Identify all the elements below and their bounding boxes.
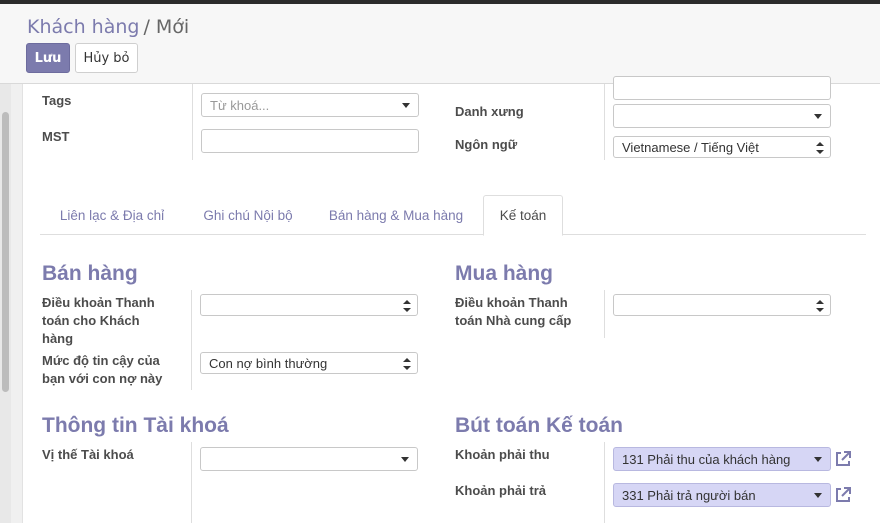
select-arrows-icon (403, 300, 411, 312)
breadcrumb: Khách hàng / Mới (27, 16, 189, 38)
language-label: Ngôn ngữ (455, 137, 518, 152)
receivable-label: Khoản phải thu (455, 447, 550, 462)
breadcrumb-parent[interactable]: Khách hàng (27, 16, 139, 38)
title-label: Danh xưng (455, 104, 524, 119)
entries-heading: Bút toán Kế toán (455, 414, 623, 437)
label-divider (191, 290, 192, 390)
vat-input[interactable] (201, 129, 419, 153)
scrollbar-thumb[interactable] (2, 112, 9, 392)
sales-heading: Bán hàng (42, 262, 138, 285)
tab-sales-purchases[interactable]: Bán hàng & Mua hàng (312, 195, 480, 235)
receivable-account-field[interactable]: 131 Phải thu của khách hàng (613, 447, 831, 471)
payable-account-field[interactable]: 331 Phải trả người bán (613, 483, 831, 507)
vat-label: MST (42, 129, 70, 144)
customer-payment-terms-select[interactable] (200, 294, 418, 316)
caret-down-icon[interactable] (814, 493, 822, 498)
vendor-payment-terms-label: Điều khoản Thanh toán Nhà cung cấp (455, 294, 571, 330)
customer-payment-terms-label: Điều khoản Thanh toán cho Khách hàng (42, 294, 155, 348)
label-divider-right (604, 84, 605, 160)
label-divider (604, 290, 605, 338)
external-link-icon[interactable] (833, 485, 853, 505)
vendor-payment-terms-select[interactable] (613, 294, 831, 316)
label-divider (604, 442, 605, 523)
left-scrollbar[interactable] (0, 84, 11, 523)
caret-down-icon[interactable] (402, 103, 410, 108)
label-line: toán Nhà cung cấp (455, 313, 572, 328)
select-arrows-icon (403, 358, 411, 370)
receivable-value: 131 Phải thu của khách hàng (622, 451, 791, 467)
label-divider (191, 442, 192, 523)
label-line: bạn với con nợ này (42, 371, 163, 386)
payable-label: Khoản phải trả (455, 483, 547, 498)
label-line: hàng (42, 331, 74, 346)
breadcrumb-separator: / (143, 16, 150, 38)
label-line: Điều khoản Thanh (455, 295, 568, 310)
breadcrumb-current: Mới (155, 16, 190, 38)
control-panel: Khách hàng / Mới Lưu Hủy bỏ (0, 4, 880, 84)
select-arrows-icon (816, 142, 824, 154)
purchase-heading: Mua hàng (455, 262, 553, 285)
tags-placeholder: Từ khoá... (210, 97, 270, 113)
fiscal-position-select[interactable] (200, 447, 418, 471)
clipped-top-field[interactable] (613, 76, 831, 100)
caret-down-icon[interactable] (814, 457, 822, 462)
external-link-icon[interactable] (833, 449, 853, 469)
caret-down-icon[interactable] (814, 114, 822, 119)
save-button[interactable]: Lưu (26, 43, 70, 73)
fiscal-position-label: Vị thế Tài khoá (42, 447, 134, 462)
language-select[interactable]: Vietnamese / Tiếng Việt (613, 136, 831, 158)
label-line: Điều khoản Thanh (42, 295, 155, 310)
debtor-trust-label: Mức độ tin cậy của bạn với con nợ này (42, 352, 162, 388)
tags-input[interactable]: Từ khoá... (201, 93, 419, 117)
discard-button[interactable]: Hủy bỏ (75, 43, 138, 73)
select-arrows-icon (816, 300, 824, 312)
label-line: toán cho Khách (42, 313, 140, 328)
label-divider (192, 84, 193, 160)
title-select[interactable] (613, 104, 831, 128)
label-line: Mức độ tin cậy của (42, 353, 160, 368)
fiscal-heading: Thông tin Tài khoá (42, 414, 229, 437)
tab-contacts-addresses[interactable]: Liên lạc & Địa chỉ (40, 195, 184, 235)
caret-down-icon[interactable] (401, 457, 409, 462)
tab-internal-notes[interactable]: Ghi chú Nội bộ (184, 195, 312, 235)
notebook-tabs: Liên lạc & Địa chỉ Ghi chú Nội bộ Bán hà… (40, 195, 866, 236)
tab-accounting[interactable]: Kế toán (483, 195, 563, 236)
tags-label: Tags (42, 93, 72, 108)
language-value: Vietnamese / Tiếng Việt (622, 139, 759, 155)
debtor-trust-value: Con nợ bình thường (209, 355, 328, 371)
debtor-trust-select[interactable]: Con nợ bình thường (200, 352, 418, 374)
payable-value: 331 Phải trả người bán (622, 487, 756, 503)
